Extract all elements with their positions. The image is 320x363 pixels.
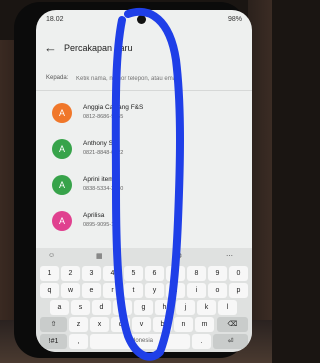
avatar: A	[52, 103, 72, 123]
contact-name: Aprini item	[83, 176, 114, 183]
recipient-label: Kepada:	[46, 75, 69, 81]
key[interactable]: y	[145, 283, 164, 298]
period-key[interactable]: .	[192, 334, 211, 349]
recipient-input[interactable]	[76, 72, 216, 86]
key[interactable]: q	[40, 283, 59, 298]
key[interactable]: s	[71, 300, 90, 315]
symbols-key[interactable]: !#1	[40, 334, 67, 349]
enter-key[interactable]: ⏎	[213, 334, 248, 349]
avatar: A	[52, 139, 72, 159]
key[interactable]: 9	[208, 266, 227, 281]
letter-row-1: q w e r t y u i o p	[40, 283, 248, 299]
contact-phone: 0812-8686-9055	[83, 114, 124, 120]
key[interactable]: 4	[103, 266, 122, 281]
key[interactable]: 5	[124, 266, 143, 281]
key[interactable]: r	[103, 283, 122, 298]
key[interactable]: u	[166, 283, 185, 298]
contact-name: Aprilisa	[83, 212, 105, 219]
shift-key[interactable]: ⇧	[40, 317, 67, 332]
contact-item[interactable]: A Anggia Cawang F&S 0812-8686-9055	[36, 100, 252, 134]
phone-screen: 18.02 98% ← Percakapan baru Kepada: A An…	[36, 10, 252, 352]
emoji-icon[interactable]: ☺	[48, 252, 55, 259]
contact-phone: 0895-9095-1...	[83, 222, 119, 228]
key[interactable]: f	[113, 300, 132, 315]
key[interactable]: z	[69, 317, 88, 332]
bottom-row: !#1 , Indonesia . ⏎	[40, 334, 248, 350]
recipient-row: Kepada:	[36, 70, 252, 91]
key[interactable]: j	[176, 300, 195, 315]
status-battery: 98%	[227, 16, 242, 23]
key[interactable]: 7	[166, 266, 185, 281]
key[interactable]: 8	[187, 266, 206, 281]
avatar: A	[52, 175, 72, 195]
comma-key[interactable]: ,	[69, 334, 88, 349]
key[interactable]: x	[90, 317, 109, 332]
key[interactable]: 6	[145, 266, 164, 281]
back-arrow-icon[interactable]: ←	[44, 40, 57, 55]
key[interactable]: a	[50, 300, 69, 315]
page-title: Percakapan baru	[64, 43, 133, 53]
key[interactable]: 1	[40, 266, 59, 281]
on-screen-keyboard: ☺ ▦ ⚙ ⋯ 1 2 3 4 5 6 7 8 9 0 q w e r t y …	[36, 248, 252, 352]
key[interactable]: d	[92, 300, 111, 315]
key[interactable]: b	[153, 317, 172, 332]
key[interactable]: i	[187, 283, 206, 298]
backspace-key[interactable]: ⌫	[217, 317, 248, 332]
avatar: A	[52, 211, 72, 231]
key[interactable]: e	[82, 283, 101, 298]
key[interactable]: 2	[61, 266, 80, 281]
status-time: 18.02	[46, 16, 64, 23]
letter-row-3: ⇧ z x c v b n m ⌫	[40, 317, 248, 333]
key[interactable]: w	[61, 283, 80, 298]
contact-name: Anggia Cawang F&S	[83, 104, 144, 111]
key[interactable]: g	[134, 300, 153, 315]
key[interactable]: m	[195, 317, 214, 332]
key[interactable]: t	[124, 283, 143, 298]
more-icon[interactable]: ⋯	[226, 252, 233, 260]
contact-item[interactable]: A Aprilisa 0895-9095-1...	[36, 208, 252, 242]
key[interactable]: 3	[82, 266, 101, 281]
contact-item[interactable]: A Aprini item 0838-5334-3040	[36, 172, 252, 206]
app-bar: ← Percakapan baru	[36, 38, 252, 60]
contact-item[interactable]: A Anthony SJ 0821-8848-6622	[36, 136, 252, 170]
sticker-icon[interactable]: ▦	[96, 252, 103, 260]
contact-phone: 0838-5334-3040	[83, 186, 124, 192]
key[interactable]: v	[132, 317, 151, 332]
key[interactable]: c	[111, 317, 130, 332]
key[interactable]: l	[218, 300, 237, 315]
key[interactable]: n	[174, 317, 193, 332]
front-camera	[137, 15, 146, 24]
letter-row-2: a s d f g h j k l	[40, 300, 248, 316]
contact-phone: 0821-8848-6622	[83, 150, 124, 156]
key[interactable]: k	[197, 300, 216, 315]
contact-name: Anthony SJ	[83, 140, 117, 147]
key[interactable]: 0	[229, 266, 248, 281]
space-key[interactable]: Indonesia	[90, 334, 190, 349]
key[interactable]: o	[208, 283, 227, 298]
key[interactable]: p	[229, 283, 248, 298]
keyboard-toolbar: ☺ ▦ ⚙ ⋯	[36, 250, 252, 264]
phone-body: 18.02 98% ← Percakapan baru Kepada: A An…	[14, 2, 252, 358]
settings-icon[interactable]: ⚙	[176, 252, 182, 260]
number-row: 1 2 3 4 5 6 7 8 9 0	[40, 266, 248, 282]
key[interactable]: h	[155, 300, 174, 315]
